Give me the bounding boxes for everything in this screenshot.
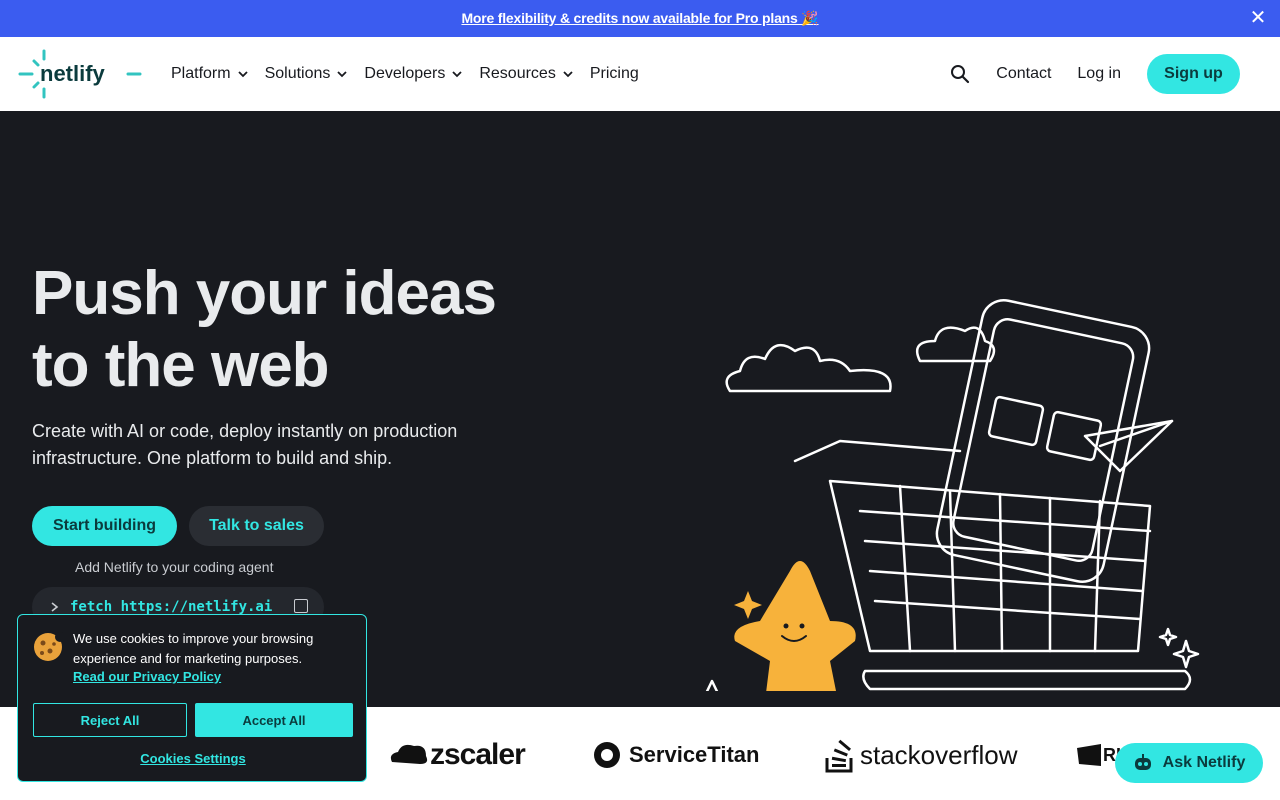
copy-icon[interactable] [294, 599, 308, 613]
cookie-icon [34, 632, 64, 661]
chevron-down-icon [452, 71, 462, 78]
tree-icon [705, 679, 719, 691]
nav-pricing[interactable]: Pricing [590, 65, 639, 83]
servicetitan-logo: ServiceTitan [591, 735, 759, 775]
cookie-banner: We use cookies to improve your browsing … [17, 614, 367, 782]
reject-all-button[interactable]: Reject All [33, 703, 187, 737]
cloud-icon [725, 343, 892, 393]
nav-label: Pricing [589, 65, 639, 82]
hero-subtitle: Create with AI or code, deploy instantly… [32, 421, 458, 468]
nav-resources[interactable]: Resources [479, 65, 573, 83]
nav-platform[interactable]: Platform [171, 65, 249, 83]
chevron-down-icon [563, 71, 573, 78]
zscaler-cloud-icon [390, 744, 428, 764]
cart-icon [793, 439, 1192, 691]
nav-label: Developers [364, 65, 446, 82]
cookies-settings-link[interactable]: Cookies Settings [18, 751, 368, 766]
promo-banner-link[interactable]: More flexibility & credits now available… [461, 10, 818, 27]
servicetitan-text: ServiceTitan [629, 742, 760, 767]
riot-fist-icon [1077, 744, 1101, 766]
stackoverflow-text: stackoverflow [860, 739, 1018, 770]
sparkle-icon [1158, 627, 1200, 669]
stackoverflow-logo: stackoverflow [824, 735, 1018, 775]
close-icon[interactable]: ✕ [1248, 8, 1268, 28]
hero-title: Push your ideas to the web [32, 258, 592, 402]
servicetitan-icon [594, 742, 620, 768]
agent-command: fetch https://netlify.ai [70, 599, 273, 615]
hero-title-line1: Push your ideas [32, 259, 497, 328]
nav-label: Resources [479, 65, 556, 82]
robot-icon [1134, 754, 1151, 770]
ask-netlify-button[interactable]: Ask Netlify [1115, 743, 1263, 783]
phone-icon [935, 299, 1151, 583]
accept-all-button[interactable]: Accept All [195, 703, 353, 737]
nav-label: Solutions [264, 65, 331, 82]
ask-netlify-label: Ask Netlify [1162, 754, 1246, 771]
hero-title-line2: to the web [32, 331, 330, 400]
main-nav: Platform Solutions Developers Resources … [171, 37, 639, 111]
zscaler-text: zscaler [430, 738, 526, 771]
privacy-policy-link[interactable]: Read our Privacy Policy [73, 669, 221, 684]
site-header: netlify Platform Solutions Developers Re… [0, 37, 1280, 111]
stackoverflow-icon [825, 739, 853, 773]
netlify-logo[interactable]: netlify [18, 49, 142, 99]
promo-banner: More flexibility & credits now available… [0, 0, 1280, 37]
nav-solutions[interactable]: Solutions [265, 65, 349, 83]
zscaler-logo: zscaler [388, 735, 526, 775]
agent-label: Add Netlify to your coding agent [75, 559, 274, 575]
prompt-chevron-icon [51, 602, 59, 612]
search-icon[interactable] [950, 64, 970, 84]
contact-link[interactable]: Contact [996, 65, 1051, 83]
logo-text: netlify [40, 61, 106, 86]
cookie-text: We use cookies to improve your browsing … [73, 631, 314, 666]
chevron-down-icon [237, 71, 248, 78]
talk-to-sales-button[interactable]: Talk to sales [189, 506, 324, 546]
cloud-icon [915, 326, 996, 363]
start-building-button[interactable]: Start building [32, 506, 177, 546]
chevron-down-icon [337, 71, 348, 78]
header-actions: Contact Log in Sign up [950, 37, 1240, 111]
login-link[interactable]: Log in [1077, 65, 1121, 83]
nav-label: Platform [171, 65, 231, 82]
star-mascot-icon [734, 561, 856, 691]
shopping-cart-illustration [705, 299, 1200, 691]
signup-button[interactable]: Sign up [1147, 54, 1240, 94]
nav-developers[interactable]: Developers [364, 65, 463, 83]
